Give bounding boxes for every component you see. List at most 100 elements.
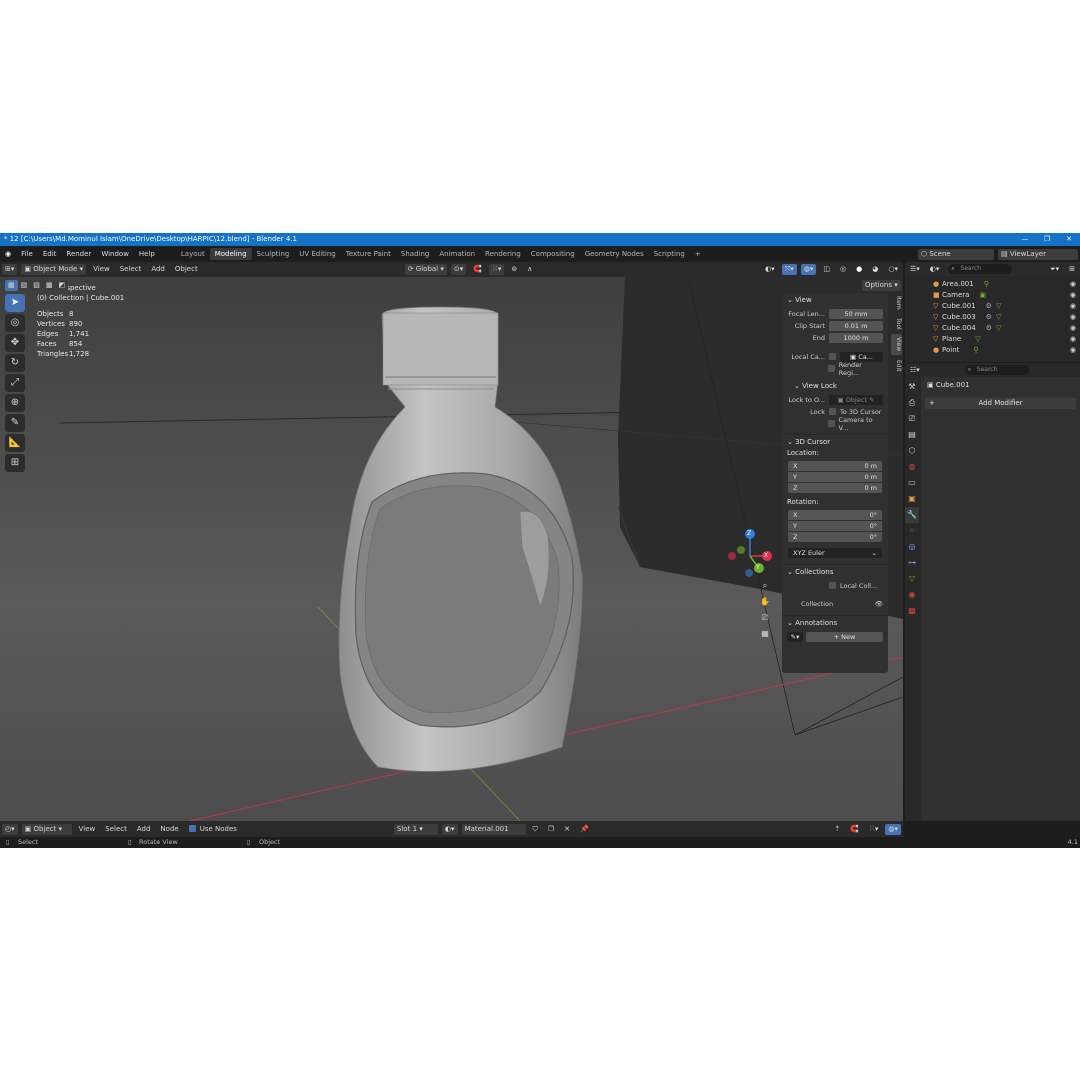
shading-material-icon[interactable]: ◕: [869, 264, 881, 275]
snapping-icon[interactable]: 🧲: [847, 824, 862, 835]
camera-to-view-checkbox[interactable]: [827, 420, 835, 427]
xray-icon[interactable]: ◫: [820, 264, 833, 275]
annotate-tool-icon[interactable]: ✎: [5, 414, 25, 432]
visibility-icon[interactable]: ◐▾: [762, 264, 778, 275]
view-layer-selector[interactable]: ▤ ViewLayer: [998, 248, 1078, 260]
transform-tool-icon[interactable]: ⊕: [5, 394, 25, 412]
annotations-section-header[interactable]: ⌄ Annotations: [782, 616, 888, 630]
fake-user-icon[interactable]: ⛉: [530, 824, 541, 835]
eye-icon[interactable]: ◉: [1070, 323, 1076, 334]
select-subtract-icon[interactable]: ▨: [30, 280, 43, 291]
use-nodes-checkbox[interactable]: [188, 825, 196, 832]
outliner-item-area001[interactable]: ● Area.001 ⚲ ◉: [905, 279, 1080, 290]
shading-wireframe-icon[interactable]: ◎: [837, 264, 849, 275]
clip-start-field[interactable]: 0.01 m: [829, 320, 883, 331]
eye-icon[interactable]: 👁: [875, 600, 883, 608]
menu-view[interactable]: View: [76, 824, 99, 835]
eye-icon[interactable]: ◉: [1070, 279, 1076, 290]
tab-item[interactable]: Item: [891, 293, 902, 313]
editor-type-icon[interactable]: ⊞▾: [2, 264, 18, 275]
mode-dropdown[interactable]: ▣ Object Mode ▾: [21, 264, 87, 275]
menu-object[interactable]: Object: [172, 264, 201, 275]
options-dropdown[interactable]: Options ▾: [862, 280, 901, 291]
menu-edit[interactable]: Edit: [38, 250, 62, 258]
tab-tool[interactable]: Tool: [891, 314, 902, 333]
render-icon[interactable]: ⎙: [905, 395, 919, 411]
view-lock-header[interactable]: ⌄ View Lock: [782, 379, 888, 393]
rotation-z-field[interactable]: Z 0°: [788, 532, 882, 542]
tab-geometry-nodes[interactable]: Geometry Nodes: [580, 248, 649, 260]
add-cube-tool-icon[interactable]: ⊞: [5, 454, 25, 472]
mesh-data-icon[interactable]: ▽: [905, 571, 919, 587]
gizmo-toggle-icon[interactable]: ⤧▾: [781, 264, 797, 275]
tab-layout[interactable]: Layout: [176, 248, 210, 260]
use-nodes-toggle[interactable]: Use Nodes: [186, 824, 240, 835]
tab-sculpting[interactable]: Sculpting: [252, 248, 295, 260]
particles-icon[interactable]: ⁘: [905, 523, 919, 539]
modifier-wrench-icon[interactable]: 🔧: [905, 507, 919, 523]
world-icon[interactable]: ◍: [905, 459, 919, 475]
rotation-x-field[interactable]: X 0°: [788, 510, 882, 520]
tab-animation[interactable]: Animation: [434, 248, 480, 260]
select-new-icon[interactable]: ▦: [5, 280, 18, 291]
menu-add[interactable]: Add: [134, 824, 154, 835]
select-invert-icon[interactable]: ▩: [42, 280, 56, 291]
parent-node-icon[interactable]: ⇡: [831, 824, 843, 835]
duplicate-material-icon[interactable]: ❐: [545, 824, 557, 835]
eye-icon[interactable]: ◉: [1070, 301, 1076, 312]
menu-add[interactable]: Add: [148, 264, 168, 275]
pivot-icon[interactable]: ⊙▾: [450, 264, 467, 275]
menu-file[interactable]: File: [16, 250, 38, 258]
collections-section-header[interactable]: ⌄ Collections: [782, 565, 888, 579]
scale-tool-icon[interactable]: ⤢: [5, 374, 25, 392]
ortho-grid-icon[interactable]: ▦: [758, 627, 772, 641]
clip-end-field[interactable]: 1000 m: [829, 332, 883, 343]
overlay-toggle-icon[interactable]: ◍▾: [800, 264, 817, 275]
location-x-field[interactable]: X 0 m: [788, 461, 882, 471]
eye-icon[interactable]: ◉: [1070, 312, 1076, 323]
rotation-mode-dropdown[interactable]: XYZ Euler ⌄: [788, 548, 882, 558]
slot-dropdown[interactable]: Slot 1 ▾: [393, 823, 438, 835]
outliner-item-cube004[interactable]: ▽ Cube.004 ⚙ ▽ ◉: [905, 323, 1080, 334]
proportional-edit-icon[interactable]: ⊚: [508, 264, 520, 275]
outliner-item-plane[interactable]: ▽ Plane ▽ ◉: [905, 334, 1080, 345]
menu-select[interactable]: Select: [102, 824, 130, 835]
outliner-item-cube003[interactable]: ▽ Cube.003 ⚙ ▽ ◉: [905, 312, 1080, 323]
filter-icon[interactable]: ⏷▾: [1047, 264, 1062, 275]
texture-icon[interactable]: ▩: [905, 603, 919, 619]
outliner-search-input[interactable]: ⌕ Search: [948, 264, 1013, 274]
tab-rendering[interactable]: Rendering: [480, 248, 526, 260]
tab-texture-paint[interactable]: Texture Paint: [341, 248, 396, 260]
annotation-picker-icon[interactable]: ✎▾: [787, 631, 803, 642]
outliner-item-cube001[interactable]: ▽ Cube.001 ⚙ ▽ ◉: [905, 301, 1080, 312]
blender-logo-icon[interactable]: ◉: [0, 250, 16, 258]
location-z-field[interactable]: Z 0 m: [788, 483, 882, 493]
bottle-object[interactable]: [338, 306, 583, 772]
editor-type-icon[interactable]: ◴▾: [2, 823, 18, 835]
new-annotation-button[interactable]: + New: [806, 631, 883, 642]
properties-search-input[interactable]: ⌕ Search: [964, 365, 1029, 375]
display-mode-icon[interactable]: ◐▾: [927, 264, 943, 275]
add-modifier-button[interactable]: + Add Modifier: [925, 398, 1076, 409]
menu-window[interactable]: Window: [96, 250, 134, 258]
view-layer-icon[interactable]: ▤: [905, 427, 919, 443]
tab-uv-editing[interactable]: UV Editing: [294, 248, 341, 260]
shading-solid-icon[interactable]: ●: [853, 264, 865, 275]
output-icon[interactable]: ⎚: [905, 411, 919, 427]
transform-orientation-dropdown[interactable]: ⟳ Global ▾: [404, 264, 447, 275]
menu-view[interactable]: View: [90, 264, 113, 275]
tab-view[interactable]: View: [891, 334, 902, 355]
3d-viewport[interactable]: Z X Y ⌕ ✋ ⎚ ▦ User Perspective (0) Colle…: [0, 277, 903, 821]
minimize-icon[interactable]: —: [1014, 233, 1036, 246]
add-workspace-icon[interactable]: +: [690, 248, 706, 260]
snap-icon[interactable]: 🧲: [470, 264, 485, 275]
physics-icon[interactable]: ◎: [905, 539, 919, 555]
menu-node[interactable]: Node: [157, 824, 181, 835]
eye-icon[interactable]: ◉: [1070, 345, 1076, 356]
focal-length-field[interactable]: 50 mm: [829, 308, 883, 319]
scene-icon[interactable]: ⬡: [905, 443, 919, 459]
location-y-field[interactable]: Y 0 m: [788, 472, 882, 482]
lock-to-object-field[interactable]: ▣ Object ✎: [829, 394, 883, 405]
constraints-icon[interactable]: ⊶: [905, 555, 919, 571]
camera-view-icon[interactable]: ⎚: [758, 611, 772, 625]
